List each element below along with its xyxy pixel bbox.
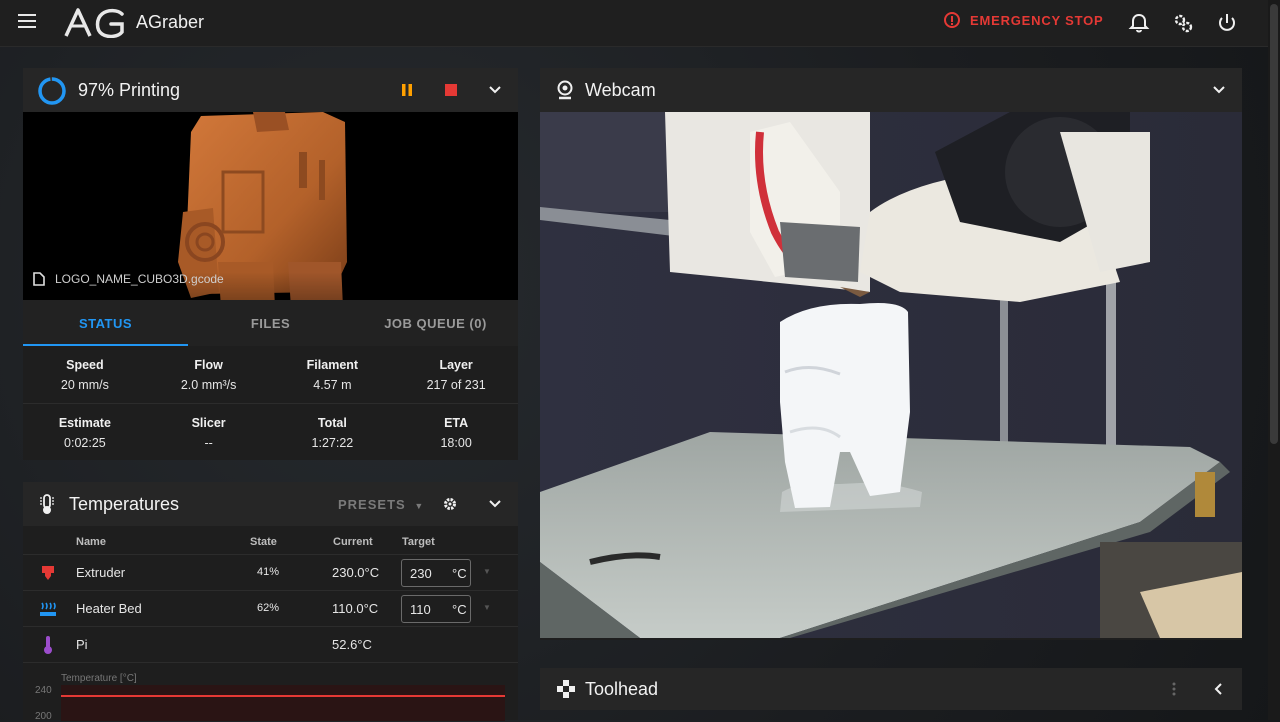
app-logo: [64, 8, 124, 38]
stat-slicer: Slicer --: [191, 415, 226, 450]
temperatures-table-header: Name State Current Target: [23, 536, 518, 556]
print-status-panel: 97% Printing LOGO_NAME_CUBO3D.gcode STAT…: [23, 68, 518, 460]
chevron-down-icon[interactable]: [1212, 83, 1226, 97]
file-icon: [33, 272, 45, 286]
chart-tick: 240: [35, 685, 52, 696]
gear-icon[interactable]: [443, 497, 457, 511]
tab-files[interactable]: FILES: [188, 300, 353, 346]
heater-bed-target-input[interactable]: 110 °C: [401, 595, 471, 623]
settings-cogs-icon[interactable]: [1172, 12, 1194, 34]
col-state: State: [250, 536, 277, 548]
temperatures-panel: Temperatures PRESETS ▼ Name State Curren…: [23, 482, 518, 722]
temp-row-pi: Pi 52.6°C: [23, 626, 518, 663]
stat-filament: Filament 4.57 m: [306, 357, 359, 392]
webcam-header: Webcam: [540, 68, 1242, 112]
presets-label: PRESETS: [338, 497, 406, 512]
extruder-icon: [42, 566, 54, 580]
caret-down-icon[interactable]: ▼: [483, 567, 491, 576]
toolhead-title: Toolhead: [585, 679, 659, 699]
col-current: Current: [333, 536, 373, 548]
webcam-stream[interactable]: [540, 112, 1242, 638]
temperatures-header: Temperatures PRESETS ▼: [23, 482, 518, 526]
job-tabs: STATUS FILES JOB QUEUE (0): [23, 300, 518, 346]
progress-ring-icon: [38, 77, 66, 105]
toolhead-header[interactable]: Toolhead: [540, 668, 1242, 710]
alert-icon: [944, 12, 960, 28]
print-status-title: 97% Printing: [78, 80, 181, 100]
heater-state: 41%: [257, 566, 280, 578]
print-filename: LOGO_NAME_CUBO3D.gcode: [33, 272, 224, 286]
print-stats: Speed 20 mm/s Flow 2.0 mm³/s Filament 4.57 …: [23, 346, 518, 460]
menu-icon[interactable]: [18, 14, 36, 28]
caret-down-icon: ▼: [414, 501, 425, 511]
heater-current: 110.0°C: [332, 601, 379, 616]
page-scrollbar[interactable]: [1268, 0, 1280, 720]
move-arrows-icon: [557, 680, 575, 698]
scrollbar-thumb[interactable]: [1270, 4, 1278, 444]
chart-series-line: [61, 695, 505, 697]
power-icon[interactable]: [1216, 12, 1238, 34]
webcam-panel: Webcam: [540, 68, 1242, 640]
more-vert-icon[interactable]: [1169, 681, 1179, 697]
presets-dropdown[interactable]: PRESETS ▼: [338, 497, 424, 512]
chevron-down-icon[interactable]: [488, 83, 502, 97]
stat-speed: Speed 20 mm/s: [60, 357, 109, 392]
bell-icon[interactable]: [1128, 12, 1150, 34]
toolhead-panel: Toolhead: [540, 668, 1242, 710]
sensor-current: 52.6°C: [332, 637, 372, 652]
pause-icon[interactable]: [400, 83, 414, 97]
stat-total: Total 1:27:22: [311, 415, 354, 450]
stat-eta: ETA 18:00: [440, 415, 472, 450]
top-app-bar: AGraber EMERGENCY STOP: [0, 0, 1280, 47]
webcam-icon: [557, 80, 573, 100]
heater-current: 230.0°C: [332, 565, 380, 580]
heater-name: Extruder: [76, 565, 126, 580]
thermometer-icon: [44, 636, 52, 654]
stat-estimate: Estimate 0:02:25: [58, 415, 111, 450]
app-title: AGraber: [136, 12, 205, 32]
stop-icon[interactable]: [444, 83, 458, 97]
chart-ylabel: Temperature [°C]: [61, 673, 137, 684]
print-status-header: 97% Printing: [23, 68, 518, 112]
sensor-name: Pi: [76, 637, 88, 652]
chart-plot-area: [61, 685, 505, 721]
caret-down-icon[interactable]: ▼: [483, 603, 491, 612]
emergency-stop-label: EMERGENCY STOP: [970, 12, 1104, 28]
filename-label: LOGO_NAME_CUBO3D.gcode: [55, 272, 224, 286]
col-target: Target: [402, 536, 435, 548]
stat-layer: Layer 217 of 231: [426, 357, 486, 392]
stat-flow: Flow 2.0 mm³/s: [180, 357, 237, 392]
temp-row-extruder: Extruder 41% 230.0°C 230 °C ▼: [23, 554, 518, 591]
tab-job-queue[interactable]: JOB QUEUE (0): [353, 300, 518, 346]
col-name: Name: [76, 536, 106, 548]
heater-state: 62%: [257, 602, 280, 614]
extruder-target-input[interactable]: 230 °C: [401, 559, 471, 587]
chart-tick: 200: [35, 711, 52, 722]
heater-name: Heater Bed: [76, 601, 142, 616]
webcam-title: Webcam: [585, 80, 656, 100]
chevron-down-icon[interactable]: [488, 497, 502, 511]
temperature-chart: Temperature [°C] 240 200: [23, 662, 518, 722]
tab-status[interactable]: STATUS: [23, 300, 188, 346]
temp-row-heater-bed: Heater Bed 62% 110.0°C 110 °C ▼: [23, 590, 518, 627]
heated-bed-icon: [40, 602, 56, 616]
emergency-stop-button[interactable]: EMERGENCY STOP: [944, 12, 1104, 28]
temperatures-title: Temperatures: [69, 494, 180, 514]
thermometer-icon: [40, 494, 54, 514]
chevron-left-icon[interactable]: [1212, 682, 1226, 696]
webcam-image: [540, 112, 1242, 638]
